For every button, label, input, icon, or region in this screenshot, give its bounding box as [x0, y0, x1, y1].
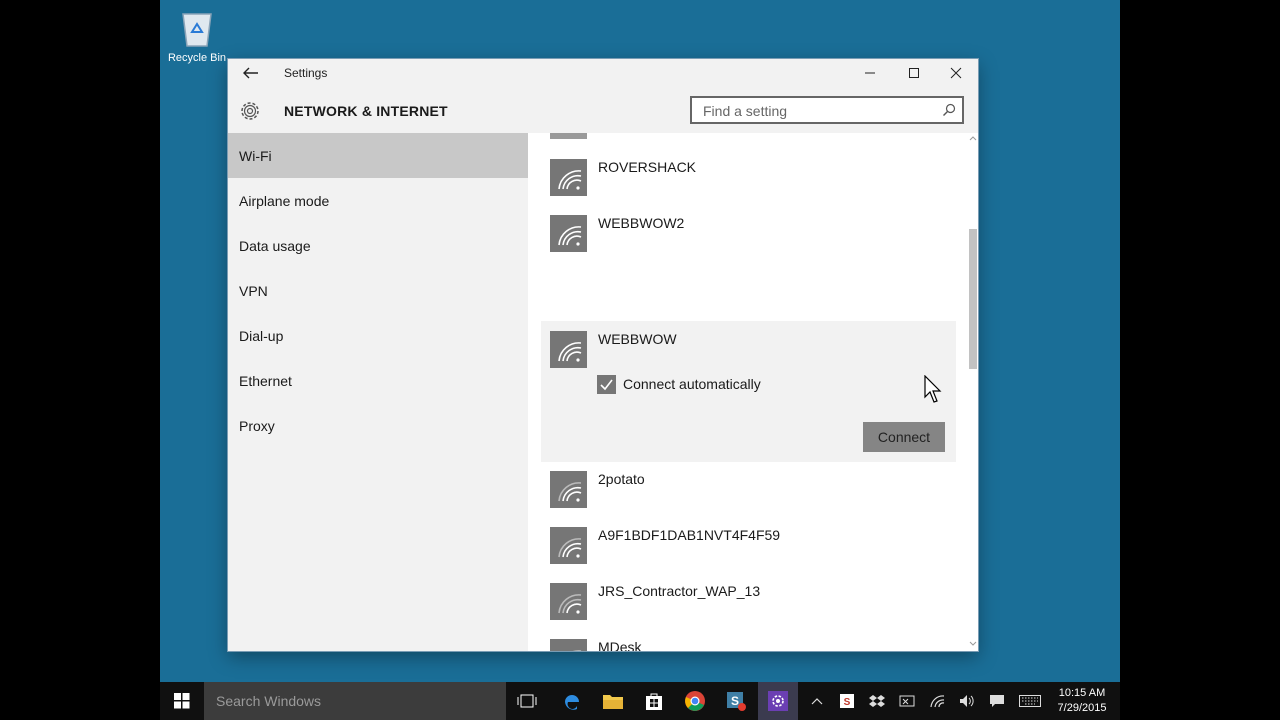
recycle-bin[interactable]: Recycle Bin: [165, 8, 229, 64]
edge-browser-icon[interactable]: [559, 688, 585, 714]
search-input[interactable]: [701, 99, 935, 123]
maximize-button[interactable]: [892, 59, 936, 87]
network-item-partial[interactable]: [550, 133, 956, 139]
svg-text:S: S: [731, 694, 739, 708]
settings-taskbar-button[interactable]: [758, 682, 798, 720]
scroll-down-arrow-icon[interactable]: [969, 641, 977, 647]
gear-icon: [238, 99, 262, 123]
letterbox-left: [0, 0, 160, 720]
file-explorer-icon[interactable]: [600, 688, 626, 714]
minimize-button[interactable]: [848, 59, 892, 87]
recycle-bin-icon: [179, 8, 215, 48]
taskbar-search-placeholder: Search Windows: [216, 693, 322, 709]
connect-automatically-checkbox[interactable]: [597, 375, 616, 394]
svg-text:S: S: [844, 697, 851, 708]
task-view-icon[interactable]: [514, 688, 540, 714]
back-arrow-icon: [243, 67, 258, 79]
page-title: NETWORK & INTERNET: [284, 103, 448, 119]
close-button[interactable]: [934, 59, 978, 87]
sidebar-item-label: Proxy: [239, 418, 275, 434]
find-setting-search[interactable]: [690, 96, 964, 124]
chrome-icon[interactable]: [682, 688, 708, 714]
network-item[interactable]: 2potato: [550, 471, 956, 527]
maximize-icon: [909, 68, 919, 78]
connect-button[interactable]: Connect: [863, 422, 945, 452]
taskbar: Search Windows S S 10:15 AM 7/29/2015: [160, 682, 1120, 720]
network-name: ROVERSHACK: [598, 159, 697, 175]
network-item-expanded[interactable]: WEBBWOW Connect automatically Connect: [541, 321, 956, 462]
close-icon: [950, 67, 962, 79]
wifi-signal-icon: [550, 471, 587, 508]
snagit-tray-icon[interactable]: S: [838, 692, 856, 710]
network-name: JRS_Contractor_WAP_13: [598, 583, 761, 599]
network-item[interactable]: JRS_Contractor_WAP_13: [550, 583, 956, 639]
volume-icon[interactable]: [958, 692, 976, 710]
wifi-signal-icon: [550, 527, 587, 564]
wifi-signal-icon: [550, 583, 587, 620]
scroll-up-arrow-icon[interactable]: [969, 135, 977, 141]
letterbox-right: [1120, 0, 1280, 720]
settings-window: Settings NETWORK & INTERNET Find a setti…: [228, 59, 978, 651]
sidebar-item-label: Data usage: [239, 238, 311, 254]
dropbox-icon[interactable]: [868, 692, 886, 710]
sidebar-item-label: Ethernet: [239, 373, 292, 389]
sidebar-item-data-usage[interactable]: Data usage: [228, 223, 528, 268]
start-button[interactable]: [160, 682, 204, 720]
clock-date: 7/29/2015: [1057, 702, 1107, 714]
scrollbar[interactable]: [968, 133, 978, 651]
clock-time: 10:15 AM: [1058, 687, 1106, 699]
back-button[interactable]: [238, 63, 262, 83]
network-name: WEBBWOW: [598, 331, 677, 347]
sidebar-item-dial-up[interactable]: Dial-up: [228, 313, 528, 358]
sidebar-item-vpn[interactable]: VPN: [228, 268, 528, 313]
scrollbar-thumb[interactable]: [969, 229, 977, 369]
touchpad-icon[interactable]: [898, 692, 916, 710]
wifi-tray-icon[interactable]: [928, 692, 946, 710]
sidebar-item-label: Airplane mode: [239, 193, 330, 209]
settings-header: NETWORK & INTERNET: [228, 87, 978, 133]
windows-logo-icon: [174, 693, 190, 709]
settings-gear-icon: [765, 688, 791, 714]
mouse-cursor-icon: [924, 375, 942, 403]
recycle-bin-label: Recycle Bin: [167, 52, 227, 64]
wifi-signal-icon: [550, 639, 587, 651]
network-name: MDesk: [598, 639, 642, 651]
sidebar-item-label: VPN: [239, 283, 268, 299]
taskbar-search[interactable]: Search Windows: [204, 682, 506, 720]
search-icon[interactable]: [942, 103, 956, 117]
title-bar: Settings: [228, 59, 978, 87]
sidebar-nav: Wi-Fi Airplane mode Data usage VPN Dial-…: [228, 133, 528, 651]
network-item[interactable]: A9F1BDF1DAB1NVT4F4F59: [550, 527, 956, 583]
action-center-icon[interactable]: [988, 692, 1006, 710]
store-icon[interactable]: [641, 688, 667, 714]
wifi-network-list: ROVERSHACK WEBBWOW2 WEBBWOW Connect auto…: [528, 133, 978, 651]
network-name: 2potato: [598, 471, 645, 487]
wifi-signal-icon: [550, 331, 587, 368]
sidebar-item-label: Dial-up: [239, 328, 284, 344]
minimize-icon: [865, 72, 875, 74]
connect-automatically-label: Connect automatically: [623, 376, 761, 392]
wifi-signal-icon: [550, 215, 587, 252]
chevron-up-icon[interactable]: [808, 692, 826, 710]
checkmark-icon: [600, 379, 613, 391]
network-name: WEBBWOW2: [598, 215, 685, 231]
sidebar-item-wifi[interactable]: Wi-Fi: [228, 133, 528, 178]
sidebar-item-proxy[interactable]: Proxy: [228, 403, 528, 448]
sidebar-item-ethernet[interactable]: Ethernet: [228, 358, 528, 403]
network-item[interactable]: MDesk: [550, 639, 956, 651]
network-name: A9F1BDF1DAB1NVT4F4F59: [598, 527, 781, 543]
wifi-signal-icon: [550, 133, 587, 139]
wifi-signal-icon: [550, 159, 587, 196]
network-item[interactable]: WEBBWOW2: [550, 215, 956, 271]
sidebar-item-label: Wi-Fi: [239, 148, 272, 164]
system-clock[interactable]: 10:15 AM 7/29/2015: [1052, 686, 1112, 716]
keyboard-icon[interactable]: [1018, 692, 1042, 710]
sidebar-item-airplane-mode[interactable]: Airplane mode: [228, 178, 528, 223]
network-item[interactable]: ROVERSHACK: [550, 159, 956, 215]
snagit-icon[interactable]: S: [723, 688, 749, 714]
window-title: Settings: [284, 66, 328, 80]
